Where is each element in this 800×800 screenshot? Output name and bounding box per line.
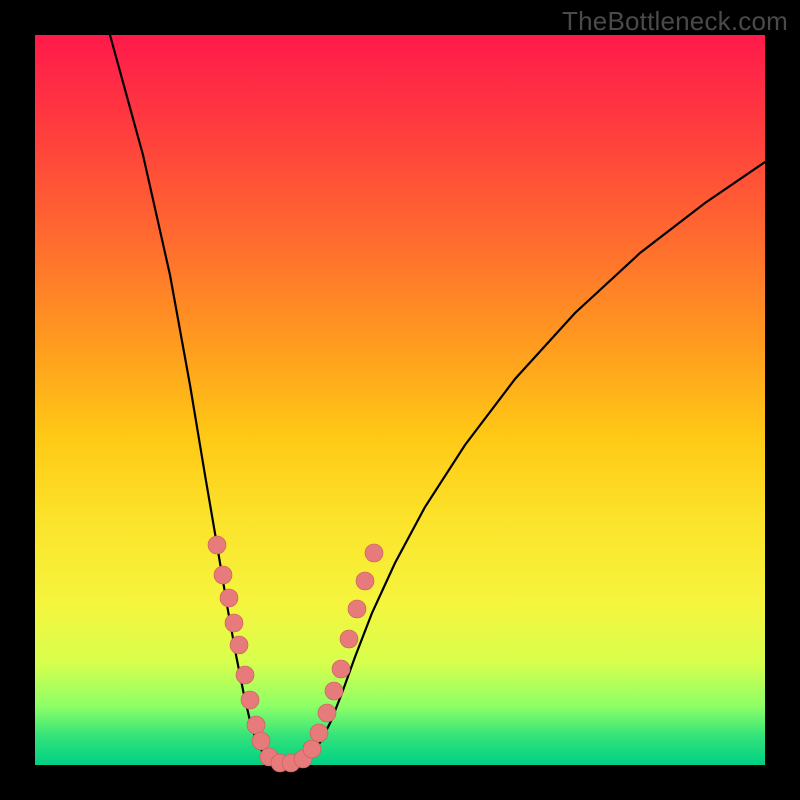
bottleneck-curve: [35, 35, 765, 765]
curve-left: [110, 35, 278, 763]
data-dot: [214, 566, 232, 584]
data-dot: [310, 724, 328, 742]
curve-right: [298, 162, 765, 763]
data-dot: [325, 682, 343, 700]
data-dot: [220, 589, 238, 607]
data-dot: [252, 732, 270, 750]
watermark-text: TheBottleneck.com: [562, 6, 788, 37]
data-dot: [356, 572, 374, 590]
data-dot: [230, 636, 248, 654]
data-dot: [318, 704, 336, 722]
data-dot: [348, 600, 366, 618]
chart-frame: TheBottleneck.com: [0, 0, 800, 800]
data-dot: [303, 740, 321, 758]
plot-area: [35, 35, 765, 765]
data-dot: [241, 691, 259, 709]
data-dot: [332, 660, 350, 678]
data-dot: [340, 630, 358, 648]
data-dot: [247, 716, 265, 734]
data-dot: [236, 666, 254, 684]
data-dot: [208, 536, 226, 554]
data-dot: [365, 544, 383, 562]
data-dot: [225, 614, 243, 632]
